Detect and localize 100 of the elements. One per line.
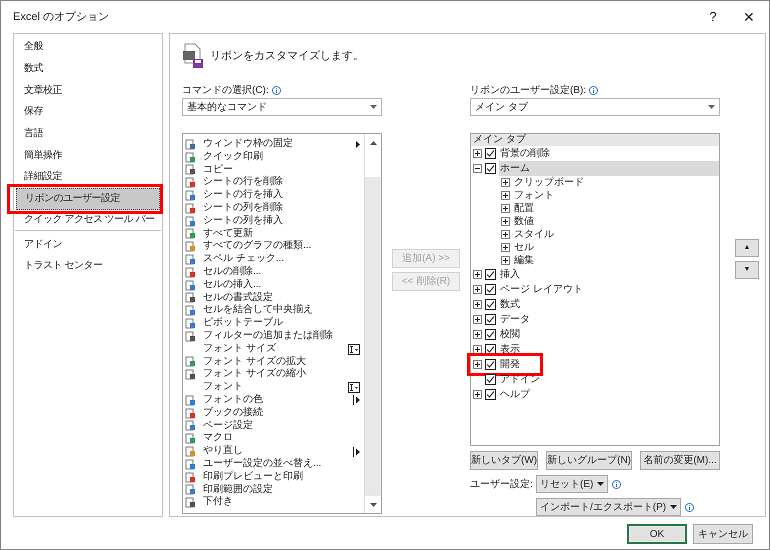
tree-item[interactable]: 配置	[514, 202, 534, 215]
commands-list[interactable]	[182, 133, 382, 514]
command-item[interactable]: シートの行を削除	[203, 176, 360, 190]
sidebar-item[interactable]: 言語	[15, 122, 161, 144]
tree-action-button[interactable]: 新しいグループ(N)	[546, 451, 632, 470]
tree-item[interactable]: ホーム	[499, 161, 719, 176]
command-item[interactable]: セルの書式設定	[203, 292, 360, 304]
command-item[interactable]: フォント サイズ	[203, 342, 348, 356]
tree-item[interactable]: データ	[499, 312, 719, 327]
checkbox[interactable]	[485, 148, 496, 159]
sidebar-item[interactable]: 文章校正	[15, 79, 161, 102]
expand-icon[interactable]	[501, 204, 510, 213]
expand-icon[interactable]	[473, 345, 482, 354]
tree-item[interactable]: 校閲	[499, 327, 719, 342]
command-item[interactable]: 下付き	[203, 496, 360, 510]
tree-item[interactable]: ヘルプ	[499, 387, 719, 402]
help-button[interactable]: ?	[697, 3, 729, 31]
scrollbar[interactable]	[364, 134, 381, 513]
command-item[interactable]: すべてのグラフの種類...	[203, 240, 360, 254]
command-item[interactable]: ウィンドウ枠の固定	[203, 138, 356, 151]
scroll-down-icon[interactable]	[370, 502, 376, 506]
tree-item[interactable]: クリップボード	[514, 176, 584, 189]
expand-icon[interactable]	[501, 243, 510, 252]
tree-item[interactable]: 編集	[514, 254, 534, 267]
ok-button[interactable]: OK	[627, 524, 687, 544]
command-item[interactable]: セルを結合して中央揃え	[203, 304, 360, 318]
scroll-up-icon[interactable]	[370, 140, 376, 144]
expand-icon[interactable]	[473, 390, 482, 399]
commands-dropdown[interactable]: 基本的なコマンド	[182, 98, 382, 116]
checkbox[interactable]	[485, 269, 496, 280]
checkbox[interactable]	[485, 329, 496, 340]
expand-icon[interactable]	[473, 330, 482, 339]
expand-icon[interactable]	[501, 256, 510, 265]
command-item[interactable]: すべて更新	[203, 228, 360, 240]
command-item[interactable]: スペル チェック...	[203, 253, 360, 266]
expand-icon[interactable]	[501, 217, 510, 226]
cancel-button[interactable]: キャンセル	[693, 524, 753, 544]
sidebar-item[interactable]: アドイン	[15, 233, 161, 255]
tree-item[interactable]: 数式	[499, 297, 719, 312]
sidebar-item[interactable]: 簡単操作	[15, 144, 161, 166]
tree-item[interactable]: 背景の削除	[499, 146, 719, 161]
tree-item[interactable]: 表示	[499, 342, 719, 357]
sidebar-item[interactable]: 数式	[15, 58, 161, 80]
expand-icon[interactable]	[501, 178, 510, 187]
sidebar-item[interactable]: 全般	[15, 36, 161, 58]
tree-item[interactable]: アドイン	[499, 372, 719, 387]
sidebar-item[interactable]: 詳細設定	[15, 166, 161, 188]
checkbox[interactable]	[485, 163, 496, 174]
command-item[interactable]: ピボットテーブル	[203, 317, 360, 330]
tree-item[interactable]: 開発	[499, 357, 719, 372]
ribbon-tree[interactable]: メイン タブ 背景の削除 ホーム クリップボード フォント 配置 数値 スタイル セル 編集 挿入 ページ レイアウト 数式 データ 校閲 表示 開発 アドイン ヘルプ	[470, 133, 720, 446]
sidebar-item[interactable]: クイック アクセス ツール バー	[15, 210, 161, 232]
checkbox[interactable]	[485, 359, 496, 370]
expand-icon[interactable]	[501, 230, 510, 239]
command-item[interactable]: 印刷範囲の設定	[203, 484, 360, 496]
tree-item[interactable]: フォント	[514, 189, 554, 202]
checkbox[interactable]	[485, 314, 496, 325]
sidebar-item[interactable]: 保存	[15, 101, 161, 123]
command-item[interactable]: フォント	[203, 381, 348, 394]
command-item[interactable]: セルの挿入...	[203, 278, 360, 292]
checkbox[interactable]	[485, 389, 496, 400]
tree-item[interactable]: スタイル	[514, 228, 554, 241]
command-item[interactable]: シートの行を挿入	[203, 189, 360, 202]
collapse-icon[interactable]	[473, 164, 482, 173]
command-item[interactable]: シートの列を削除	[203, 202, 360, 215]
tree-action-button[interactable]: 新しいタブ(W)	[470, 451, 538, 470]
sidebar-item[interactable]: トラスト センター	[15, 254, 161, 277]
checkbox[interactable]	[485, 344, 496, 355]
sidebar-item[interactable]: リボンのユーザー設定	[16, 188, 160, 210]
command-item[interactable]: クイック印刷	[203, 150, 360, 164]
command-item[interactable]: ページ設定	[203, 420, 360, 432]
scrollbar-thumb[interactable]	[365, 151, 381, 177]
command-item[interactable]: フォント サイズの縮小	[203, 368, 360, 382]
expand-icon[interactable]	[501, 191, 510, 200]
command-item[interactable]: シートの列を挿入	[203, 214, 360, 228]
command-item[interactable]: コピー	[203, 164, 360, 176]
command-item[interactable]: ユーザー設定の並べ替え...	[203, 458, 360, 471]
command-item[interactable]: セルの削除...	[203, 266, 360, 279]
expand-icon[interactable]	[473, 270, 482, 279]
expand-icon[interactable]	[473, 149, 482, 158]
command-item[interactable]: マクロ	[203, 432, 360, 446]
command-item[interactable]: やり直し	[203, 445, 353, 458]
tree-item[interactable]: 数値	[514, 215, 534, 228]
command-item[interactable]: ブックの接続	[203, 406, 360, 420]
command-item[interactable]: フォント サイズの拡大	[203, 356, 360, 368]
command-item[interactable]: 印刷プレビューと印刷	[203, 470, 360, 484]
tree-item[interactable]: ページ レイアウト	[499, 282, 719, 297]
tree-action-button[interactable]: 名前の変更(M)...	[640, 451, 720, 470]
tree-item[interactable]: セル	[514, 241, 534, 254]
expand-icon[interactable]	[473, 360, 482, 369]
command-item[interactable]: フォントの色	[203, 394, 353, 407]
checkbox[interactable]	[485, 374, 496, 385]
reset-button[interactable]: リセット(E)	[536, 475, 608, 493]
expand-icon[interactable]	[473, 300, 482, 309]
checkbox[interactable]	[485, 299, 496, 310]
import-export-button[interactable]: インポート/エクスポート(P)	[536, 498, 682, 516]
ribbon-dropdown[interactable]: メイン タブ	[470, 98, 720, 116]
tree-item[interactable]: 挿入	[499, 267, 719, 282]
expand-icon[interactable]	[473, 315, 482, 324]
checkbox[interactable]	[485, 284, 496, 295]
